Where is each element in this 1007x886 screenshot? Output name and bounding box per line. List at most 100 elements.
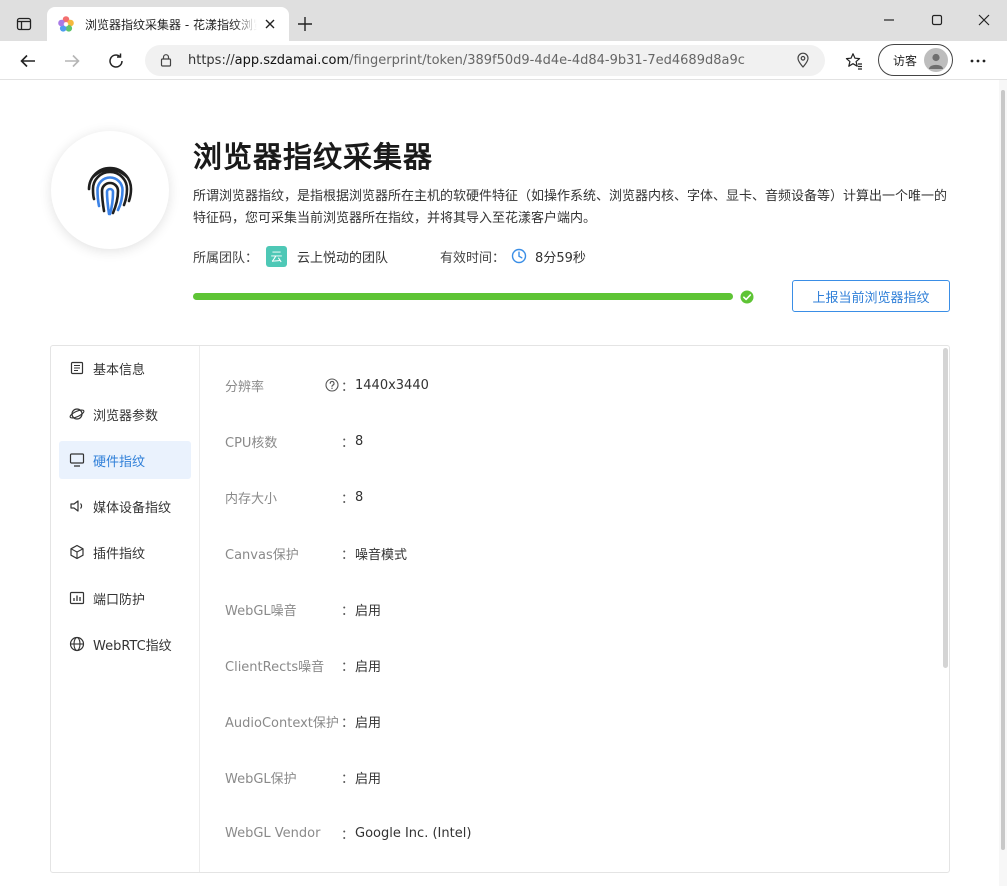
row-label: 分辨率 — [225, 379, 265, 395]
row-colon: ： — [341, 771, 355, 787]
row-label: CPU核数 — [225, 435, 278, 451]
fingerprint-icon — [87, 166, 133, 216]
speaker-icon — [69, 498, 85, 514]
report-fingerprint-button[interactable]: 上报当前浏览器指纹 — [792, 280, 950, 312]
row-value: 启用 — [355, 603, 382, 619]
nav-item-webrtc[interactable]: WebRTC指纹 — [59, 625, 191, 663]
tab-actions-icon[interactable] — [10, 10, 38, 38]
refresh-icon[interactable] — [102, 47, 130, 75]
row-label: ClientRects噪音 — [225, 659, 325, 675]
guest-profile-button[interactable]: 访客 — [878, 44, 953, 76]
row-value: 启用 — [355, 715, 382, 731]
row-value: 启用 — [355, 771, 382, 787]
cube-icon — [69, 544, 85, 560]
row-label: WebGL保护 — [225, 771, 297, 787]
nav-item-label: WebRTC指纹 — [93, 638, 172, 654]
nav-item-plugins[interactable]: 插件指纹 — [59, 533, 191, 571]
row-value: 1440x3440 — [355, 377, 429, 393]
more-options-icon[interactable] — [964, 47, 992, 75]
row-colon: ： — [341, 603, 355, 619]
row-webgl-noise: WebGL噪音 ： 启用 — [225, 599, 381, 619]
row-label: AudioContext保护 — [225, 715, 339, 731]
progress-fill — [193, 293, 733, 300]
row-value: Google Inc. (Intel) — [355, 825, 472, 841]
url-scheme: https:// — [188, 53, 235, 68]
progress-bar — [193, 293, 733, 300]
guest-label: 访客 — [893, 53, 918, 68]
new-tab-icon[interactable] — [293, 12, 317, 36]
nav-item-label: 硬件指纹 — [93, 454, 146, 470]
page-scrollbar-thumb[interactable] — [1001, 90, 1005, 850]
fingerprint-logo — [51, 131, 169, 249]
planet-icon — [69, 406, 85, 422]
location-pin-icon[interactable] — [795, 52, 811, 68]
success-check-icon — [740, 290, 754, 304]
close-window-icon[interactable] — [970, 6, 998, 34]
guest-avatar-icon — [924, 48, 948, 72]
title-bar: 浏览器指纹采集器 - 花漾指纹浏览器 — [0, 0, 1007, 41]
row-colon: ： — [341, 827, 355, 843]
row-audiocontext-protection: AudioContext保护 ： 启用 — [225, 711, 381, 731]
clock-icon — [511, 248, 527, 264]
row-colon: ： — [341, 379, 355, 395]
list-icon — [69, 360, 85, 376]
row-colon: ： — [341, 715, 355, 731]
chart-icon — [69, 590, 85, 606]
row-value: 噪音模式 — [355, 547, 408, 563]
nav-item-label: 基本信息 — [93, 362, 146, 378]
row-clientrects-noise: ClientRects噪音 ： 启用 — [225, 655, 381, 675]
category-nav: 基本信息 浏览器参数 硬件指纹 媒体设备指纹 插件指纹 端口防护 WebRTC指… — [51, 346, 200, 872]
row-memory: 内存大小 ： 8 — [225, 487, 363, 507]
meta-row: 所属团队： 云 云上悦动的团队 有效时间： 8分59秒 — [193, 245, 586, 267]
forward-arrow-icon[interactable] — [58, 47, 86, 75]
row-resolution: 分辨率 ： 1440x3440 — [225, 375, 429, 395]
row-label: Canvas保护 — [225, 547, 299, 563]
favorites-star-icon[interactable] — [840, 47, 868, 75]
row-colon: ： — [341, 435, 355, 451]
team-label: 所属团队： — [193, 250, 259, 266]
nav-item-label: 端口防护 — [93, 592, 146, 608]
back-arrow-icon[interactable] — [14, 47, 42, 75]
flower-logo-icon — [58, 16, 74, 32]
globe-icon — [69, 636, 85, 652]
valid-time-value: 8分59秒 — [535, 250, 586, 266]
row-colon: ： — [341, 659, 355, 675]
row-canvas-protection: Canvas保护 ： 噪音模式 — [225, 543, 407, 563]
nav-item-label: 媒体设备指纹 — [93, 500, 172, 516]
page-description: 所谓浏览器指纹，是指根据浏览器所在主机的软硬件特征（如操作系统、浏览器内核、字体… — [193, 189, 948, 226]
maximize-icon[interactable] — [923, 6, 951, 34]
lock-icon[interactable] — [159, 53, 173, 67]
monitor-icon — [69, 452, 85, 468]
minimize-icon[interactable] — [875, 6, 903, 34]
row-value: 启用 — [355, 659, 382, 675]
nav-item-browser-params[interactable]: 浏览器参数 — [59, 395, 191, 433]
help-circle-icon[interactable] — [325, 378, 339, 392]
valid-time-label: 有效时间： — [440, 250, 506, 266]
panel-scrollbar[interactable] — [942, 346, 949, 872]
row-value: 8 — [355, 433, 364, 449]
tab-title: 浏览器指纹采集器 - 花漾指纹浏览器 — [85, 15, 257, 33]
row-webgl-vendor: WebGL Vendor ： Google Inc. (Intel) — [225, 823, 471, 843]
team-name: 云上悦动的团队 — [297, 250, 389, 266]
browser-toolbar: https://app.szdamai.com/fingerprint/toke… — [0, 41, 1007, 80]
row-label: WebGL Vendor — [225, 825, 321, 841]
url-text[interactable]: https://app.szdamai.com/fingerprint/toke… — [188, 53, 745, 68]
nav-item-label: 插件指纹 — [93, 546, 146, 562]
nav-item-basic-info[interactable]: 基本信息 — [59, 349, 191, 387]
url-host: app.szdamai.com — [234, 53, 350, 68]
team-badge: 云 — [266, 245, 288, 267]
nav-item-port-protection[interactable]: 端口防护 — [59, 579, 191, 617]
url-path: /fingerprint/token/389f50d9-4d4e-4d84-9b… — [349, 53, 745, 68]
row-colon: ： — [341, 491, 355, 507]
panel-scrollbar-thumb[interactable] — [943, 348, 948, 668]
fingerprint-panel: 基本信息 浏览器参数 硬件指纹 媒体设备指纹 插件指纹 端口防护 WebRTC指… — [50, 345, 950, 873]
address-bar[interactable]: https://app.szdamai.com/fingerprint/toke… — [145, 45, 825, 76]
page-scrollbar[interactable] — [999, 80, 1007, 886]
nav-item-hardware[interactable]: 硬件指纹 — [59, 441, 191, 479]
nav-item-media-devices[interactable]: 媒体设备指纹 — [59, 487, 191, 525]
row-cpu-cores: CPU核数 ： 8 — [225, 431, 363, 451]
nav-item-label: 浏览器参数 — [93, 408, 159, 424]
browser-tab[interactable]: 浏览器指纹采集器 - 花漾指纹浏览器 — [47, 7, 289, 41]
tab-close-icon[interactable] — [261, 15, 279, 33]
row-colon: ： — [341, 547, 355, 563]
